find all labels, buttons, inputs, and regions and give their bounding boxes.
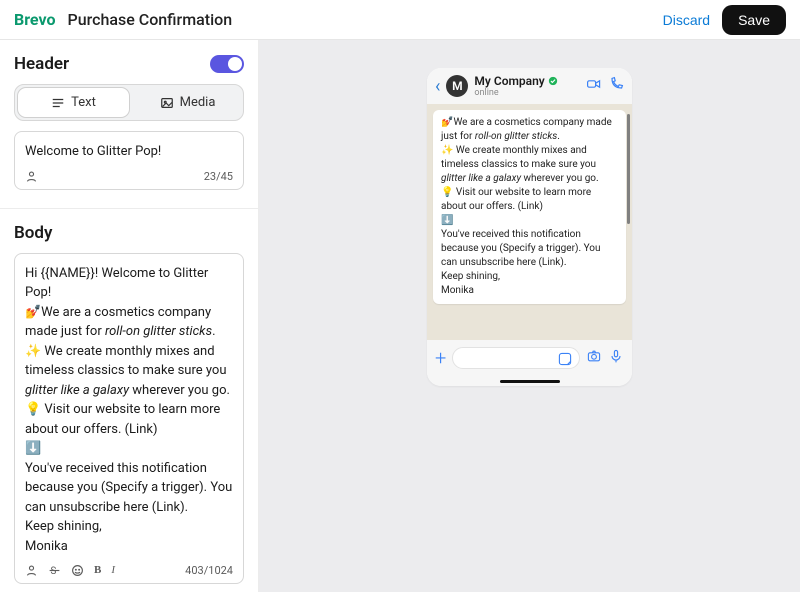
phone-preview: ‹ M My Company online 💅We are a cosmetic… (427, 68, 632, 386)
text-lines-icon (51, 96, 65, 110)
section-header-head: Header (14, 54, 244, 74)
company-name: My Company (474, 74, 544, 88)
header-type-segmented: Text Media (14, 84, 244, 121)
camera-icon (586, 348, 602, 368)
phone-body: 💅We are a cosmetics company made just fo… (427, 104, 632, 340)
company-status: online (474, 88, 557, 98)
header-toggle[interactable] (210, 55, 244, 73)
phone-call-icon (608, 76, 624, 96)
body-section-title: Body (14, 223, 52, 243)
preview-pane: ‹ M My Company online 💅We are a cosmetic… (259, 40, 800, 592)
mic-icon (608, 348, 624, 368)
header-tab-text[interactable]: Text (17, 87, 130, 118)
back-icon: ‹ (435, 76, 440, 97)
plus-icon: + (435, 346, 446, 370)
message-input-placeholder (452, 347, 580, 369)
header-text-value: Welcome to Glitter Pop! (25, 142, 233, 162)
topbar: Brevo Purchase Confirmation Discard Save (0, 0, 800, 40)
header-counter: 23/45 (204, 170, 233, 183)
header-tab-text-label: Text (71, 95, 96, 110)
header-tab-media-label: Media (180, 95, 216, 110)
discard-button[interactable]: Discard (663, 12, 710, 28)
scroll-indicator (627, 114, 630, 224)
person-var-icon[interactable] (25, 564, 38, 577)
header-section-title: Header (14, 54, 69, 74)
section-body-head: Body (14, 223, 244, 243)
body-counter: 403/1024 (185, 564, 233, 577)
editor-sidebar: Header Text Media Welcome to Glitter Pop… (0, 40, 259, 592)
svg-text:S: S (50, 566, 56, 577)
header-tab-media[interactable]: Media (132, 85, 243, 120)
save-button[interactable]: Save (722, 5, 786, 35)
phone-header: ‹ M My Company online (427, 68, 632, 104)
bold-icon[interactable]: B (94, 564, 101, 577)
italic-icon[interactable]: I (111, 564, 115, 577)
header-text-input[interactable]: Welcome to Glitter Pop! 23/45 (14, 131, 244, 190)
message-bubble: 💅We are a cosmetics company made just fo… (433, 110, 626, 304)
person-var-icon[interactable] (25, 170, 38, 183)
verified-badge-icon (548, 76, 558, 86)
video-call-icon (586, 76, 602, 96)
brand-logo: Brevo (14, 10, 55, 29)
strike-icon[interactable]: S (48, 564, 61, 577)
emoji-icon[interactable] (71, 564, 84, 577)
media-icon (160, 96, 174, 110)
body-text-input[interactable]: Hi {{NAME}}! Welcome to Glitter Pop! 💅We… (14, 253, 244, 585)
sticker-icon (557, 351, 573, 371)
phone-footer: + (427, 340, 632, 386)
body-text-value: Hi {{NAME}}! Welcome to Glitter Pop! 💅We… (25, 264, 233, 557)
home-indicator (500, 380, 560, 383)
page-title: Purchase Confirmation (67, 10, 232, 29)
avatar: M (446, 75, 468, 97)
